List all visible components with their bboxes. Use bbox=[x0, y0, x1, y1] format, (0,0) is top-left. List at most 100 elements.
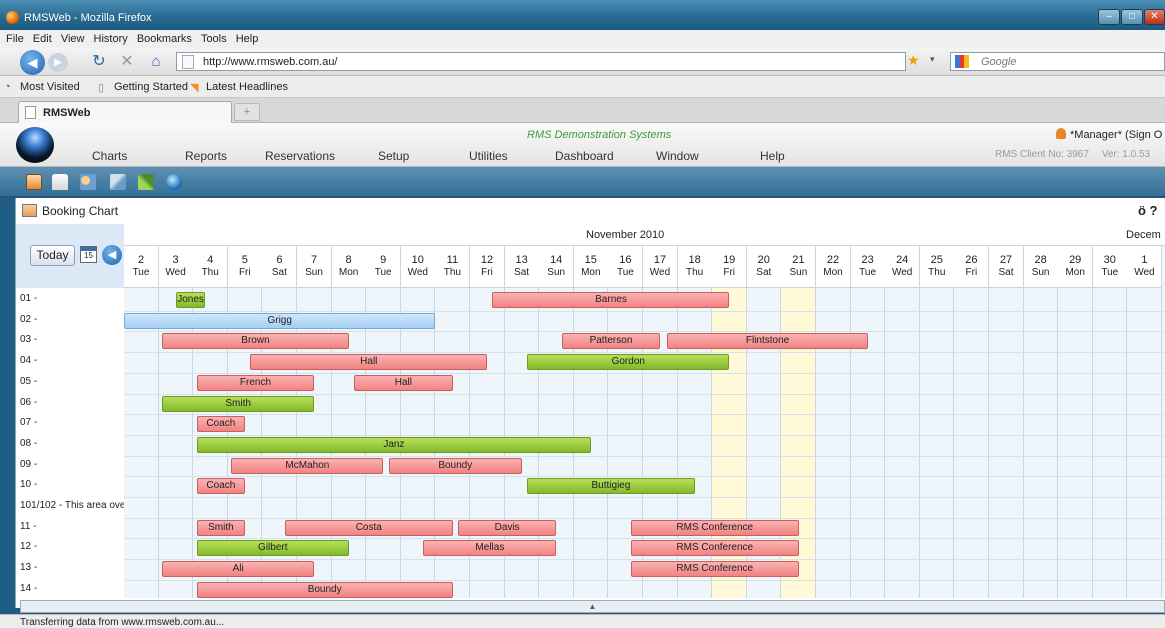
bookmark-latest-headlines[interactable]: Latest Headlines bbox=[206, 81, 288, 93]
booking-bar[interactable]: Coach bbox=[196, 416, 246, 433]
booking-bar[interactable]: Smith bbox=[162, 395, 315, 412]
people-icon[interactable] bbox=[80, 174, 96, 190]
new-tab-button[interactable]: + bbox=[234, 103, 260, 121]
user-info[interactable]: *Manager* (Sign O bbox=[1056, 128, 1162, 141]
satellite-icon[interactable] bbox=[138, 174, 154, 190]
reload-icon[interactable]: ↻ bbox=[90, 52, 108, 72]
booking-bar[interactable]: Grigg bbox=[124, 312, 436, 329]
booking-bar[interactable]: RMS Conference bbox=[630, 519, 799, 536]
day-header[interactable]: 26 Fri bbox=[954, 246, 989, 288]
calendar-picker-icon[interactable]: 15 bbox=[80, 246, 97, 263]
day-header[interactable]: 3 Wed bbox=[158, 246, 193, 288]
booking-bar[interactable]: Coach bbox=[196, 478, 246, 495]
back-icon[interactable]: ◀ bbox=[20, 50, 45, 75]
day-header[interactable]: 8 Mon bbox=[331, 246, 366, 288]
booking-bar[interactable]: Davis bbox=[457, 519, 557, 536]
truck-icon[interactable] bbox=[52, 174, 68, 190]
day-header[interactable]: 15 Mon bbox=[573, 246, 608, 288]
day-header[interactable]: 9 Tue bbox=[366, 246, 401, 288]
day-header[interactable]: 28 Sun bbox=[1023, 246, 1058, 288]
search-field[interactable]: Google bbox=[950, 52, 1165, 71]
tools-icon[interactable] bbox=[110, 174, 126, 190]
today-button[interactable]: Today bbox=[30, 245, 75, 266]
day-header[interactable]: 2 Tue bbox=[124, 246, 158, 288]
day-header[interactable]: 21 Sun bbox=[781, 246, 816, 288]
day-header[interactable]: 16 Tue bbox=[608, 246, 643, 288]
app-menu-setup[interactable]: Setup bbox=[378, 149, 409, 163]
day-header[interactable]: 4 Thu bbox=[193, 246, 228, 288]
maximize-button[interactable]: □ bbox=[1121, 9, 1143, 25]
minimize-button[interactable]: – bbox=[1098, 9, 1120, 25]
booking-bar[interactable]: Buttigieg bbox=[527, 478, 695, 495]
booking-bar[interactable]: McMahon bbox=[231, 457, 384, 474]
menu-bookmarks[interactable]: Bookmarks bbox=[137, 30, 192, 48]
tab-rmsweb[interactable]: RMSWeb bbox=[18, 101, 232, 123]
home-icon[interactable]: ⌂ bbox=[146, 52, 166, 72]
app-menu-dashboard[interactable]: Dashboard bbox=[555, 149, 614, 163]
panel-tools[interactable]: ö ? bbox=[1138, 203, 1158, 218]
booking-bar[interactable]: RMS Conference bbox=[630, 540, 799, 557]
booking-bar[interactable]: Smith bbox=[196, 519, 246, 536]
day-header[interactable]: 30 Tue bbox=[1092, 246, 1127, 288]
booking-bar[interactable]: Hall bbox=[250, 354, 488, 371]
app-menu-reservations[interactable]: Reservations bbox=[265, 149, 335, 163]
booking-bar[interactable]: Flintstone bbox=[667, 333, 868, 350]
booking-bar[interactable]: Patterson bbox=[561, 333, 661, 350]
forward-icon[interactable]: ▶ bbox=[48, 53, 68, 72]
star-icon[interactable]: ★ bbox=[907, 52, 920, 69]
day-header[interactable]: 22 Mon bbox=[816, 246, 850, 288]
day-header[interactable]: 19 Fri bbox=[712, 246, 747, 288]
day-header[interactable]: 24 Wed bbox=[885, 246, 920, 288]
previous-period-button[interactable]: ◀ bbox=[102, 245, 122, 265]
day-header[interactable]: 29 Mon bbox=[1058, 246, 1093, 288]
app-menu-help[interactable]: Help bbox=[760, 149, 785, 163]
day-header[interactable]: 6 Sat bbox=[262, 246, 297, 288]
app-menu-window[interactable]: Window bbox=[656, 149, 699, 163]
close-button[interactable]: ✕ bbox=[1144, 9, 1165, 25]
day-header[interactable]: 25 Thu bbox=[919, 246, 954, 288]
day-header[interactable]: 17 Wed bbox=[643, 246, 677, 288]
day-header[interactable]: 7 Sun bbox=[297, 246, 331, 288]
day-header[interactable]: 23 Tue bbox=[850, 246, 885, 288]
stop-icon[interactable]: ✕ bbox=[118, 52, 136, 72]
bookmark-most-visited[interactable]: Most Visited bbox=[20, 81, 80, 93]
dropdown-icon[interactable]: ▾ bbox=[930, 54, 935, 65]
day-header[interactable]: 5 Fri bbox=[227, 246, 262, 288]
day-header[interactable]: 18 Thu bbox=[677, 246, 712, 288]
day-header[interactable]: 14 Sun bbox=[539, 246, 574, 288]
day-header[interactable]: 10 Wed bbox=[400, 246, 435, 288]
horizontal-scrollbar[interactable]: ▲ bbox=[20, 600, 1165, 613]
booking-bar[interactable]: Costa bbox=[284, 519, 453, 536]
menu-tools[interactable]: Tools bbox=[201, 30, 227, 48]
app-menu-utilities[interactable]: Utilities bbox=[469, 149, 508, 163]
booking-bar[interactable]: Boundy bbox=[388, 457, 522, 474]
booking-grid[interactable]: November 2010 Decem 2 Tue 3 Wed 4 Thu 5 Fri 6 Sat… bbox=[124, 224, 1165, 598]
day-header[interactable]: 27 Sat bbox=[989, 246, 1023, 288]
app-menu-reports[interactable]: Reports bbox=[185, 149, 227, 163]
menu-edit[interactable]: Edit bbox=[33, 30, 52, 48]
booking-bar[interactable]: Janz bbox=[196, 436, 592, 453]
booking-bar[interactable]: Mellas bbox=[423, 540, 557, 557]
booking-bar[interactable]: French bbox=[196, 374, 315, 391]
day-header[interactable]: 13 Sat bbox=[504, 246, 539, 288]
booking-bar[interactable]: Gordon bbox=[527, 354, 730, 371]
day-header[interactable]: 11 Thu bbox=[435, 246, 470, 288]
day-header[interactable]: 20 Sat bbox=[746, 246, 781, 288]
app-menu-charts[interactable]: Charts bbox=[92, 149, 127, 163]
booking-bar[interactable]: Boundy bbox=[196, 581, 453, 598]
day-header[interactable]: 1 Wed bbox=[1127, 246, 1162, 288]
booking-bar[interactable]: Hall bbox=[354, 374, 453, 391]
calendar-icon[interactable] bbox=[26, 174, 42, 190]
day-header[interactable]: 12 Fri bbox=[470, 246, 504, 288]
bookmark-getting-started[interactable]: Getting Started bbox=[114, 81, 188, 93]
booking-bar[interactable]: Gilbert bbox=[196, 540, 349, 557]
booking-bar[interactable]: Brown bbox=[162, 333, 349, 350]
globe-refresh-icon[interactable] bbox=[166, 174, 182, 190]
menu-help[interactable]: Help bbox=[236, 30, 259, 48]
menu-history[interactable]: History bbox=[94, 30, 128, 48]
booking-bar[interactable]: RMS Conference bbox=[630, 561, 799, 578]
booking-bar[interactable]: Ali bbox=[162, 561, 315, 578]
menu-view[interactable]: View bbox=[61, 30, 85, 48]
menu-file[interactable]: File bbox=[6, 30, 24, 48]
url-field[interactable]: http://www.rmsweb.com.au/ ★ bbox=[176, 52, 920, 71]
